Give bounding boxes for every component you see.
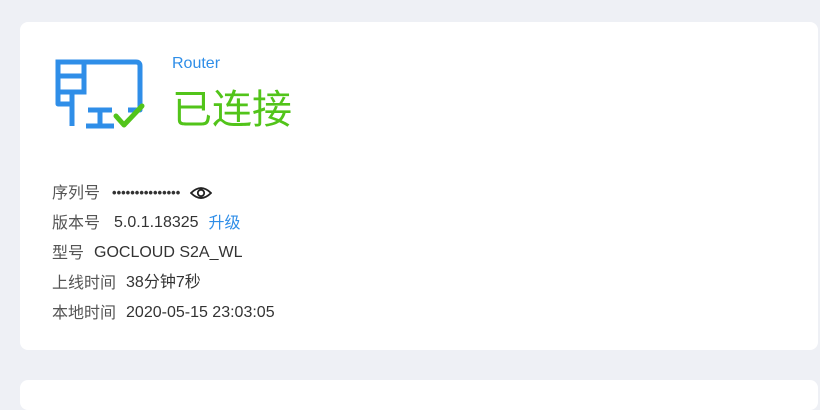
model-label: 型号 xyxy=(52,243,85,262)
localtime-value: 2020-05-15 23:03:05 xyxy=(126,304,275,321)
uptime-row: 上线时间 38分钟7秒 xyxy=(52,268,275,298)
uptime-label: 上线时间 xyxy=(52,273,117,292)
uptime-value: 38分钟7秒 xyxy=(126,274,201,291)
version-row: 版本号 5.0.1.18325 升级 xyxy=(52,208,275,238)
connection-status: 已连接 xyxy=(172,87,292,133)
localtime-label: 本地时间 xyxy=(52,303,117,322)
router-status-card: Router 已连接 序列号 ••••••••••••••• 版本号 5.0.1… xyxy=(20,22,818,350)
router-connected-icon xyxy=(55,59,145,129)
localtime-row: 本地时间 2020-05-15 23:03:05 xyxy=(52,298,275,328)
next-card xyxy=(20,380,818,410)
version-label: 版本号 xyxy=(52,213,101,232)
model-value: GOCLOUD S2A_WL xyxy=(94,244,243,261)
eye-icon[interactable] xyxy=(190,185,213,201)
serial-label: 序列号 xyxy=(52,183,101,202)
device-name: Router xyxy=(172,55,221,72)
serial-value: ••••••••••••••• xyxy=(112,185,181,200)
version-value: 5.0.1.18325 xyxy=(114,214,199,231)
serial-row: 序列号 ••••••••••••••• xyxy=(52,178,275,208)
device-info-list: 序列号 ••••••••••••••• 版本号 5.0.1.18325 升级 型… xyxy=(52,178,275,328)
model-row: 型号 GOCLOUD S2A_WL xyxy=(52,238,275,268)
upgrade-link[interactable]: 升级 xyxy=(209,208,241,238)
